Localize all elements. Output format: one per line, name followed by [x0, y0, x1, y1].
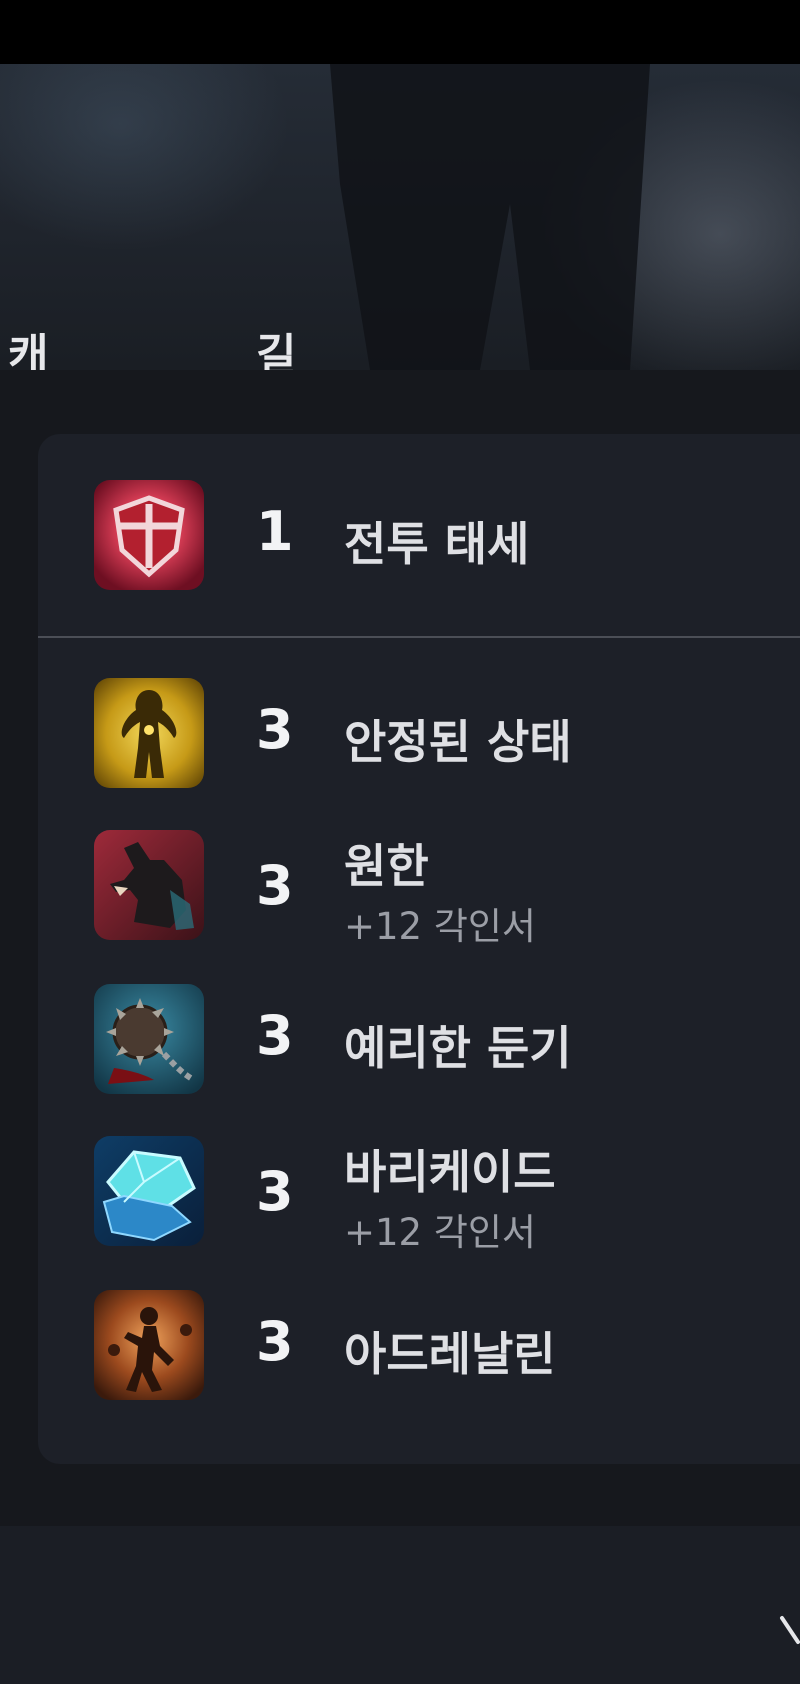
werewolf-icon	[94, 830, 204, 940]
skill-row[interactable]: 1 전투 태세	[94, 480, 794, 594]
status-bar	[0, 0, 800, 64]
skill-row[interactable]: 3 예리한 둔기	[94, 984, 794, 1098]
tab-character[interactable]: 캐릭터	[8, 326, 48, 370]
engraving-count: +12 각인서	[344, 905, 536, 948]
character-silhouette-image	[330, 64, 650, 370]
skill-level: 1	[256, 500, 294, 563]
engraving-count: +12 각인서	[344, 1211, 536, 1254]
skill-name: 원한	[344, 839, 429, 893]
skill-row[interactable]: 3 바리케이드 +12 각인서	[94, 1136, 794, 1254]
golden-figure-icon	[94, 678, 204, 788]
skill-level: 3	[256, 1310, 294, 1373]
ice-crystal-icon	[94, 1136, 204, 1246]
hero-banner: 캐릭터 길드	[0, 64, 800, 370]
skill-name: 안정된 상태	[344, 715, 572, 769]
tab-guild[interactable]: 길드	[256, 326, 296, 370]
skill-name: 아드레날린	[344, 1327, 556, 1381]
bottom-bar	[0, 1526, 800, 1684]
skill-level: 3	[256, 698, 294, 761]
chevron-down-icon[interactable]	[778, 1612, 800, 1652]
skill-name: 예리한 둔기	[344, 1021, 572, 1075]
skill-level: 3	[256, 1160, 294, 1223]
skill-level: 3	[256, 1004, 294, 1067]
spiked-mace-icon	[94, 984, 204, 1094]
skill-row[interactable]: 3 원한 +12 각인서	[94, 830, 794, 948]
skill-name: 바리케이드	[344, 1145, 556, 1199]
skill-row[interactable]: 3 아드레날린	[94, 1290, 794, 1404]
running-man-icon	[94, 1290, 204, 1400]
red-shield-icon	[94, 480, 204, 590]
skill-row[interactable]: 3 안정된 상태	[94, 678, 794, 792]
skill-level: 3	[256, 854, 294, 917]
divider	[38, 636, 800, 638]
skill-name: 전투 태세	[344, 517, 530, 571]
